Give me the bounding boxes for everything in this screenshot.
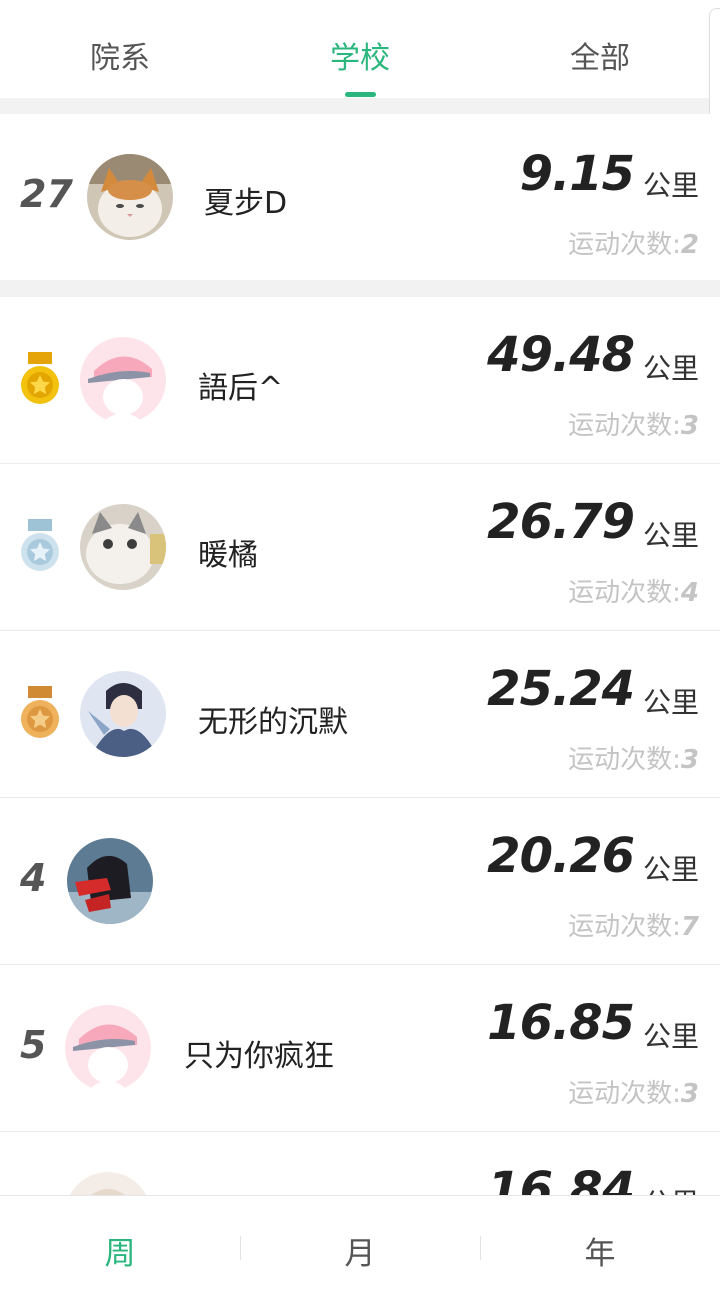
user-name: 暖橘 [198, 538, 258, 573]
workout-count: 运动次数:2 [568, 230, 699, 260]
user-name: 无形的沉默 [198, 705, 348, 740]
distance-value: 16.84 [487, 1162, 635, 1195]
user-name: 語后^ [198, 371, 284, 406]
user-name: 夏步D [204, 186, 288, 221]
rank-number: 27 [20, 172, 73, 216]
distance-value: 26.79 [487, 494, 635, 550]
workout-count: 运动次数:3 [568, 745, 699, 775]
tab-all[interactable]: 全部 [520, 33, 680, 77]
distance-value: 9.15 [519, 146, 635, 202]
distance-unit: 公里 [642, 169, 699, 202]
user-name: 只为你疯狂 [184, 1039, 334, 1074]
avatar [65, 1172, 151, 1195]
distance-unit: 公里 [643, 1182, 699, 1195]
avatar [87, 154, 173, 240]
tab-week[interactable]: 周 [0, 1228, 240, 1273]
tab-school[interactable]: 学校 [280, 33, 440, 77]
bronze-medal-icon [21, 686, 59, 738]
list-item[interactable]: 4 20.26 公里 运动次数:7 [0, 798, 720, 965]
list-item[interactable]: 5 只为你疯狂 16.85 公里 运动次数:3 [0, 965, 720, 1132]
list-item[interactable]: 語后^ 49.48 公里 运动次数:3 [0, 297, 720, 464]
distance-unit: 公里 [642, 1020, 699, 1053]
distance-unit: 公里 [642, 853, 699, 886]
avatar [80, 671, 166, 757]
workout-count: 运动次数:7 [568, 912, 699, 942]
workout-count: 运动次数:3 [568, 411, 699, 441]
workout-count: 运动次数:4 [568, 578, 699, 608]
distance-value: 20.26 [487, 828, 635, 884]
active-tab-indicator [345, 92, 376, 97]
avatar [80, 337, 166, 423]
list-item[interactable]: 无形的沉默 25.24 公里 运动次数:3 [0, 631, 720, 798]
avatar [67, 838, 153, 924]
distance-unit: 公里 [642, 686, 699, 719]
list-item[interactable]: 16.84 公里 [0, 1132, 720, 1195]
list-item[interactable]: 暖橘 26.79 公里 运动次数:4 [0, 464, 720, 631]
tab-year[interactable]: 年 [480, 1228, 720, 1273]
workout-count: 运动次数:3 [568, 1079, 699, 1109]
distance-value: 49.48 [487, 327, 635, 383]
tab-department[interactable]: 院系 [40, 33, 200, 77]
ranking-list: 語后^ 49.48 公里 运动次数:3 暖橘 26.79 公里 运动次数:4 无… [0, 297, 720, 1195]
distance-value: 25.24 [487, 661, 635, 717]
rank-number: 4 [20, 856, 47, 900]
avatar [80, 504, 166, 590]
distance-unit: 公里 [642, 519, 699, 552]
distance-unit: 公里 [642, 352, 699, 385]
tab-month[interactable]: 月 [240, 1228, 480, 1273]
silver-medal-icon [21, 519, 59, 571]
rank-number: 5 [20, 1023, 47, 1067]
avatar [65, 1005, 151, 1091]
period-tabs: 周 月 年 [0, 1195, 720, 1302]
distance-value: 16.85 [487, 995, 635, 1051]
scope-tabs: 院系 学校 全部 [0, 0, 720, 98]
gold-medal-icon [21, 352, 59, 404]
my-rank-row[interactable]: 27 夏步D 9.15 公里 运动次数:2 [0, 114, 720, 280]
